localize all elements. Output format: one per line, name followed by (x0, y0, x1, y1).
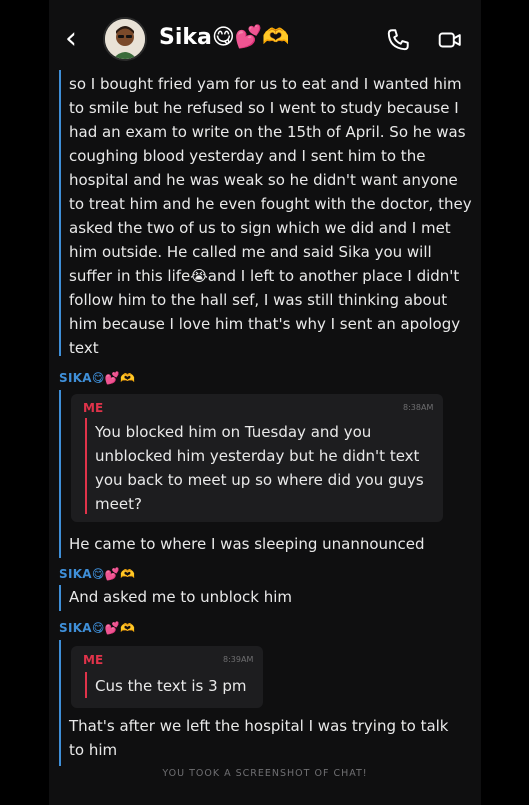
sender-label: SIKA😋💕🫶 (59, 567, 136, 581)
quoted-message[interactable]: ME 8:39AM Cus the text is 3 pm (71, 646, 263, 708)
chat-screen: ‹ Sika😋💕🫶 so I bought fried yam for us t… (49, 0, 481, 805)
message-bubble[interactable]: And asked me to unblock him (59, 585, 473, 611)
sender-label: SIKA😋💕🫶 (59, 621, 136, 635)
quoted-text: Cus the text is 3 pm (95, 677, 247, 695)
quoted-timestamp: 8:39AM (223, 655, 254, 664)
quoted-timestamp: 8:38AM (403, 403, 434, 412)
back-icon[interactable]: ‹ (65, 22, 89, 56)
bitmoji-avatar-icon (105, 19, 145, 59)
message-text: He came to where I was sleeping unannoun… (69, 535, 425, 553)
video-call-icon[interactable] (437, 27, 463, 53)
quoted-sender: ME (83, 401, 104, 415)
contact-name[interactable]: Sika😋💕🫶 (159, 24, 290, 52)
screenshot-notice: YOU TOOK A SCREENSHOT OF CHAT! (162, 768, 368, 779)
message-text: so I bought fried yam for us to eat and … (69, 75, 472, 357)
message-bubble[interactable]: ME 8:39AM Cus the text is 3 pm That's af… (59, 640, 473, 766)
message-bubble[interactable]: so I bought fried yam for us to eat and … (59, 70, 473, 357)
quoted-text: You blocked him on Tuesday and you unblo… (95, 423, 424, 513)
message-bubble[interactable]: ME 8:38AM You blocked him on Tuesday and… (59, 390, 473, 558)
message-text: And asked me to unblock him (69, 588, 293, 606)
quote-bar (85, 672, 87, 698)
avatar[interactable] (103, 17, 147, 61)
quoted-sender: ME (83, 653, 104, 667)
quoted-message[interactable]: ME 8:38AM You blocked him on Tuesday and… (71, 394, 443, 522)
quote-bar (85, 418, 87, 514)
message-text: That's after we left the hospital I was … (69, 717, 449, 759)
sender-label: SIKA😋💕🫶 (59, 371, 136, 385)
chat-header: ‹ Sika😋💕🫶 (49, 0, 481, 76)
phone-call-icon[interactable] (385, 27, 411, 53)
